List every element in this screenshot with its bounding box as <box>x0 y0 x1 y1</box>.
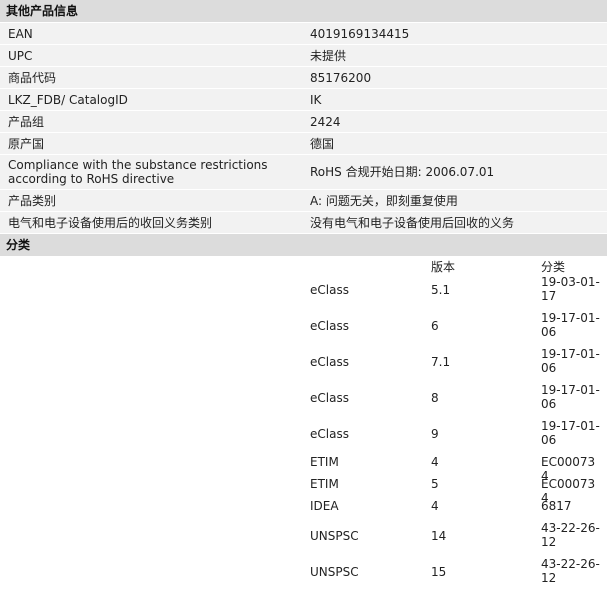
classification-row: ETIM 5 EC000734 <box>0 477 607 505</box>
classification-system: ETIM <box>310 455 339 469</box>
classification-version: 4 <box>431 499 439 513</box>
info-row-weee-category: 电气和电子设备使用后的收回义务类别 没有电气和电子设备使用后回收的义务 <box>0 212 607 234</box>
info-value: 2424 <box>310 114 341 129</box>
info-label: 商品代码 <box>8 70 57 85</box>
info-row-commodity-code: 商品代码 85176200 <box>0 67 607 89</box>
info-value: 没有电气和电子设备使用后回收的义务 <box>310 215 515 230</box>
classification-version: 9 <box>431 427 439 441</box>
classification-code: 19-17-01-06 <box>541 347 600 375</box>
info-label: 电气和电子设备使用后的收回义务类别 <box>8 215 213 230</box>
classification-version: 8 <box>431 391 439 405</box>
info-row-catalog-id: LKZ_FDB/ CatalogID IK <box>0 89 607 111</box>
info-value: RoHS 合规开始日期: 2006.07.01 <box>310 165 495 179</box>
classification-row: eClass 5.1 19-03-01-17 <box>0 275 607 305</box>
info-value: A: 问题无关，即刻重复使用 <box>310 193 458 208</box>
info-label: 产品组 <box>8 114 45 129</box>
classification-system: UNSPSC <box>310 529 359 543</box>
other-info-section: 其他产品信息 EAN 4019169134415 UPC 未提供 商品代码 85… <box>0 0 607 234</box>
classification-code: 19-03-01-17 <box>541 275 600 303</box>
classification-row: IDEA 4 6817 <box>0 499 607 513</box>
info-value: 未提供 <box>310 48 347 63</box>
classification-row: UNSPSC 14 43-22-26-12 <box>0 521 607 551</box>
classification-code: 19-17-01-06 <box>541 419 600 447</box>
info-value: 德国 <box>310 136 335 151</box>
classification-version: 15 <box>431 565 447 579</box>
classification-row: eClass 6 19-17-01-06 <box>0 311 607 341</box>
classification-code: 43-22-26-12 <box>541 521 600 549</box>
info-label: LKZ_FDB/ CatalogID <box>8 92 128 107</box>
classification-system: eClass <box>310 427 349 441</box>
info-label: UPC <box>8 48 33 63</box>
info-label: 原产国 <box>8 136 45 151</box>
classification-code: 6817 <box>541 499 572 513</box>
classification-row: eClass 9 19-17-01-06 <box>0 419 607 449</box>
classification-table: 版本 分类 eClass 5.1 19-03-01-17 eClass 6 19-17-0… <box>0 257 607 613</box>
classification-version: 5 <box>431 477 439 491</box>
classification-system: UNSPSC <box>310 565 359 579</box>
classification-system: ETIM <box>310 477 339 491</box>
info-row-ean: EAN 4019169134415 <box>0 23 607 45</box>
classification-system: IDEA <box>310 499 339 513</box>
info-label: EAN <box>8 26 33 41</box>
info-value: 4019169134415 <box>310 26 410 41</box>
classification-version: 5.1 <box>431 283 451 297</box>
classification-section: 分类 版本 分类 eClass 5.1 19-03-01-17 eClass 6 19-1… <box>0 234 607 613</box>
info-row-rohs-compliance: Compliance with the substance restrictio… <box>0 155 607 190</box>
info-label: 产品类别 <box>8 193 57 208</box>
column-header-version: 版本 <box>431 260 456 274</box>
classification-system: eClass <box>310 391 349 405</box>
classification-code: 19-17-01-06 <box>541 383 600 411</box>
info-value: IK <box>310 92 322 107</box>
classification-version: 14 <box>431 529 447 543</box>
classification-code: 43-22-26-12 <box>541 557 600 585</box>
info-value: 85176200 <box>310 70 372 85</box>
classification-row: ETIM 4 EC000734 <box>0 455 607 483</box>
column-header-classification: 分类 <box>541 260 566 274</box>
section-title-classification: 分类 <box>0 234 607 257</box>
classification-code: 19-17-01-06 <box>541 311 600 339</box>
section-title-other-info: 其他产品信息 <box>0 0 607 23</box>
info-label: Compliance with the substance restrictio… <box>8 158 268 186</box>
classification-version: 4 <box>431 455 439 469</box>
classification-system: eClass <box>310 283 349 297</box>
classification-row: UNSPSC 15 43-22-26-12 <box>0 557 607 587</box>
info-row-product-group: 产品组 2424 <box>0 111 607 133</box>
info-row-product-category: 产品类别 A: 问题无关，即刻重复使用 <box>0 190 607 212</box>
info-row-upc: UPC 未提供 <box>0 45 607 67</box>
classification-version: 7.1 <box>431 355 451 369</box>
classification-system: eClass <box>310 355 349 369</box>
classification-version: 6 <box>431 319 439 333</box>
info-row-country-of-origin: 原产国 德国 <box>0 133 607 155</box>
classification-row: eClass 7.1 19-17-01-06 <box>0 347 607 377</box>
classification-row: eClass 8 19-17-01-06 <box>0 383 607 413</box>
classification-system: eClass <box>310 319 349 333</box>
